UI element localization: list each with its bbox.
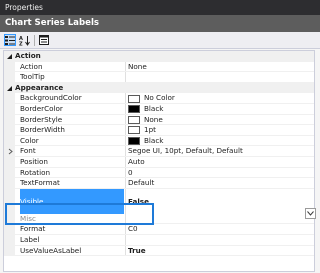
property-row-font[interactable]: Font Segoe UI, 10pt, Default, Default [4,146,314,157]
toolbar-separator [34,35,35,46]
property-row-label[interactable]: Label [4,235,314,246]
value-text: False [128,196,149,206]
property-row-use-value-as-label[interactable]: UseValueAsLabel True [4,245,314,257]
row-gutter [4,61,15,73]
row-gutter [4,188,15,214]
row-gutter [4,125,15,136]
property-row-color[interactable]: Color Black [4,135,314,147]
column-divider [125,188,126,214]
alphabetical-button[interactable]: A Z [19,34,31,46]
property-row-position[interactable]: Position Auto [4,157,314,168]
row-gutter [4,72,15,83]
row-gutter [4,167,15,179]
property-row-border-style[interactable]: BorderStyle None [4,114,314,126]
color-swatch [128,94,140,103]
property-pages-icon [39,35,49,45]
property-row-background-color[interactable]: BackgroundColor No Color [4,93,314,104]
color-swatch [128,137,140,146]
row-divider [15,255,314,257]
visible-dropdown-button[interactable] [305,208,316,219]
property-row-border-color[interactable]: BorderColor Black [4,104,314,115]
category-action[interactable]: Action [4,51,314,62]
row-gutter [4,235,15,246]
color-swatch [128,105,140,114]
categorized-icon [5,36,15,45]
category-label: Action [15,51,41,60]
property-pages-button[interactable] [38,34,50,46]
categorized-button[interactable] [4,34,16,46]
properties-window-title: Properties [0,0,320,15]
row-gutter [4,114,15,126]
row-gutter [4,93,15,104]
svg-text:Z: Z [19,41,23,46]
collapse-icon[interactable] [6,53,13,60]
collapse-icon[interactable] [6,85,13,92]
row-gutter [4,178,15,189]
property-row-format[interactable]: Format C0 [4,224,314,235]
row-gutter [4,245,15,257]
properties-toolbar: A Z [0,32,320,49]
chevron-down-icon [307,211,314,216]
property-grid: Action Action None ToolTip Appearance Ba… [3,50,315,272]
property-row-tooltip[interactable]: ToolTip [4,72,314,83]
color-swatch [128,126,140,135]
property-row-text-format[interactable]: TextFormat Default [4,178,314,189]
property-row-rotation[interactable]: Rotation 0 [4,167,314,179]
property-row-border-width[interactable]: BorderWidth 1pt [4,125,314,136]
selected-object-name: Chart Series Labels [0,15,320,32]
row-gutter [4,224,15,235]
expand-icon[interactable] [7,146,14,157]
color-swatch [128,115,140,124]
row-gutter [4,157,15,168]
property-value-dropdown[interactable]: False [128,188,314,214]
alphabetical-icon: A Z [19,35,30,46]
category-label: Appearance [15,82,64,92]
property-row-action[interactable]: Action None [4,61,314,73]
row-gutter [4,213,15,225]
row-gutter [4,104,15,115]
property-name: Visible [20,188,124,214]
row-gutter [4,135,15,147]
property-row-misc[interactable]: Misc [4,213,314,225]
property-row-visible[interactable]: Visible False [4,188,314,214]
category-appearance[interactable]: Appearance [4,82,314,94]
